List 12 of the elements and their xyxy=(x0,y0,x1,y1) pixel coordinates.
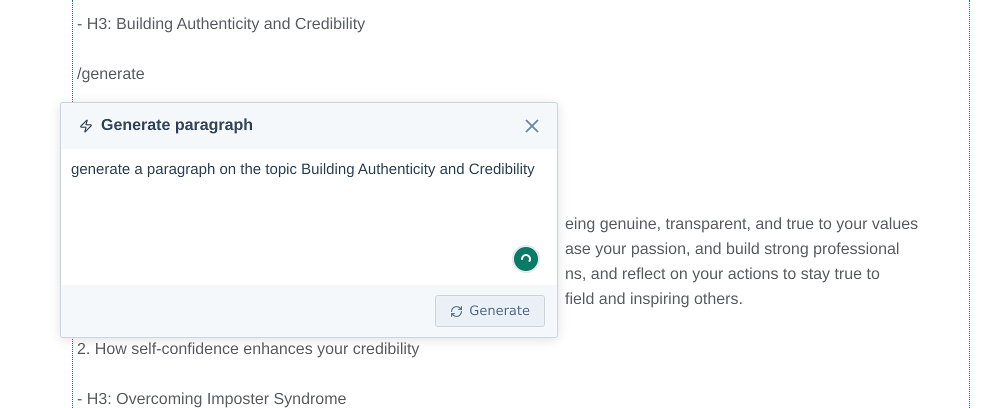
editor-line: - H3: Building Authenticity and Credibility xyxy=(77,15,366,35)
dialog-title: Generate paragraph xyxy=(101,117,254,135)
editor-line: 2. How self-confidence enhances your credibility xyxy=(77,340,420,360)
paragraph-line: eing genuine, transparent, and true to your values xyxy=(565,215,918,235)
paragraph-line: ns, and reflect on your actions to stay true to xyxy=(565,265,880,285)
generate-button[interactable]: Generate xyxy=(435,295,545,327)
lightning-icon xyxy=(79,119,93,133)
editor-line: - H3: Overcoming Imposter Syndrome xyxy=(77,390,346,408)
paragraph-line: field and inspiring others. xyxy=(565,290,743,310)
editor-line: /generate xyxy=(77,65,145,85)
paragraph-line: ase your passion, and build strong professional xyxy=(565,240,900,260)
refresh-icon xyxy=(450,304,464,318)
